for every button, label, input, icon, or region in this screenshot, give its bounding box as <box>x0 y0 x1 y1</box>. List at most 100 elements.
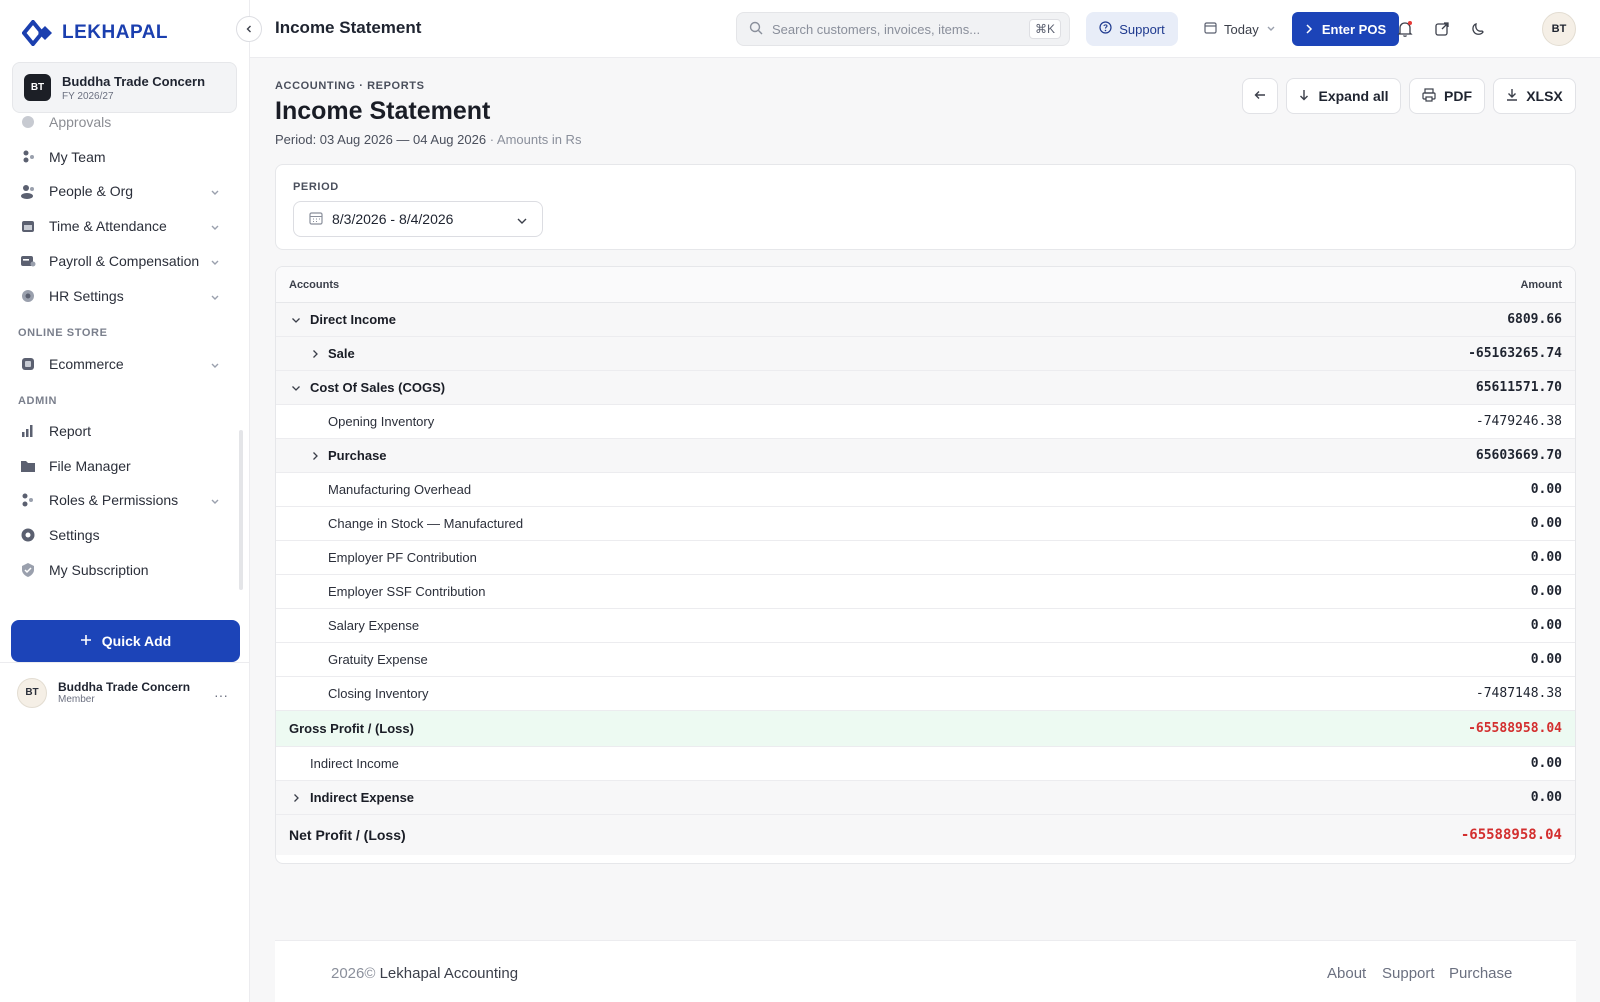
table-row: Indirect Income 0.00 <box>276 747 1575 781</box>
sidebar-item-label: Roles & Permissions <box>49 492 179 508</box>
footer-link-purchase[interactable]: Purchase <box>1449 965 1512 982</box>
sidebar-item-my-subscription[interactable]: My Subscription <box>20 555 220 585</box>
sidebar-item-label: HR Settings <box>49 288 124 304</box>
chevron-down-icon[interactable] <box>290 303 302 336</box>
account-amount: 0.00 <box>1530 516 1562 531</box>
footer-link-about[interactable]: About <box>1327 965 1366 982</box>
more-horizontal-icon[interactable]: ··· <box>214 687 228 703</box>
column-header-amount: Amount <box>1520 279 1562 291</box>
sidebar-item-label: Time & Attendance <box>49 218 167 234</box>
brand-logo[interactable]: LEKHAPAL <box>21 18 168 48</box>
pdf-label: PDF <box>1444 88 1472 104</box>
roles-icon <box>20 492 36 508</box>
support-button[interactable]: Support <box>1086 12 1178 46</box>
account-label: Direct Income <box>310 312 396 327</box>
table-row[interactable]: Purchase 65603669.70 <box>276 439 1575 473</box>
sidebar-nav: Approvals My Team People & Org Time & At… <box>0 115 240 605</box>
sidebar-item-people-org[interactable]: People & Org <box>20 176 220 206</box>
sidebar-item-file-manager[interactable]: File Manager <box>20 451 220 481</box>
search-placeholder: Search customers, invoices, items... <box>772 21 981 37</box>
printer-icon <box>1422 87 1436 105</box>
logo-mark-icon <box>21 18 58 48</box>
account-amount: -7479246.38 <box>1475 414 1562 429</box>
footer-link-support[interactable]: Support <box>1382 965 1435 982</box>
sidebar-scrollbar[interactable] <box>239 430 243 590</box>
xlsx-export-button[interactable]: XLSX <box>1493 78 1576 114</box>
sidebar-item-approvals[interactable]: Approvals <box>20 115 220 137</box>
chevron-right-icon[interactable] <box>309 439 321 472</box>
footer-brand: Lekhapal Accounting <box>379 965 519 982</box>
chevron-down-icon <box>210 290 220 306</box>
table-row[interactable]: Indirect Expense 0.00 <box>276 781 1575 815</box>
account-label: Employer SSF Contribution <box>328 584 486 599</box>
chevron-down-icon[interactable] <box>290 371 302 404</box>
topbar-title: Income Statement <box>275 18 422 37</box>
sidebar-item-my-team[interactable]: My Team <box>20 142 220 172</box>
search-input[interactable]: Search customers, invoices, items... ⌘K <box>736 12 1070 46</box>
download-icon <box>1506 88 1518 104</box>
date-range-picker[interactable]: 8/3/2026 - 8/4/2026 <box>293 201 543 237</box>
pdf-export-button[interactable]: PDF <box>1409 78 1485 114</box>
sidebar-item-settings[interactable]: Settings <box>20 520 220 550</box>
table-header: Accounts Amount <box>276 267 1575 303</box>
sidebar-item-ecommerce[interactable]: Ecommerce <box>20 349 220 379</box>
enter-pos-button[interactable]: Enter POS <box>1292 12 1399 46</box>
support-label: Support <box>1119 21 1165 37</box>
date-range-value: 8/3/2026 - 8/4/2026 <box>332 211 454 227</box>
expand-all-button[interactable]: Expand all <box>1286 78 1401 114</box>
account-label: Employer PF Contribution <box>328 550 477 565</box>
topbar: Income Statement Search customers, invoi… <box>250 0 1600 58</box>
table-row: Manufacturing Overhead 0.00 <box>276 473 1575 507</box>
account-amount: 0.00 <box>1530 790 1562 805</box>
folder-icon <box>20 458 36 474</box>
back-button[interactable] <box>1242 78 1278 114</box>
breadcrumb: ACCOUNTING · REPORTS <box>275 80 425 92</box>
sidebar-item-report[interactable]: Report <box>20 416 220 446</box>
table-row[interactable]: Sale -65163265.74 <box>276 337 1575 371</box>
user-menu[interactable]: BT Buddha Trade Concern Member ··· <box>0 662 250 722</box>
column-header-accounts: Accounts <box>289 279 340 291</box>
org-switcher[interactable]: BT Buddha Trade Concern FY 2026/27 <box>12 62 237 113</box>
bar-chart-icon <box>20 423 36 439</box>
enter-pos-label: Enter POS <box>1321 21 1387 37</box>
sidebar-item-label: People & Org <box>49 183 134 199</box>
table-row[interactable]: Cost Of Sales (COGS) 65611571.70 <box>276 371 1575 405</box>
sidebar-item-hr-settings[interactable]: HR Settings <box>20 281 220 311</box>
period-filter-card: PERIOD 8/3/2026 - 8/4/2026 <box>275 164 1576 250</box>
period-summary: Period: 03 Aug 2026 — 04 Aug 2026 · Amou… <box>275 132 581 147</box>
user-name: Buddha Trade Concern <box>58 680 191 694</box>
chevron-down-icon <box>210 255 220 271</box>
date-filter-dropdown[interactable]: Today <box>1204 12 1276 46</box>
xlsx-label: XLSX <box>1526 88 1563 104</box>
account-amount: 0.00 <box>1530 584 1562 599</box>
account-amount: 0.00 <box>1530 482 1562 497</box>
store-icon <box>20 356 36 372</box>
dark-mode-moon-icon[interactable] <box>1468 19 1488 39</box>
search-shortcut: ⌘K <box>1028 19 1061 39</box>
footer-copyright: 2026© Lekhapal Accounting <box>331 965 518 982</box>
chevron-right-icon <box>1305 22 1313 37</box>
external-link-icon[interactable] <box>1432 19 1452 39</box>
account-label: Opening Inventory <box>328 414 435 429</box>
sidebar-item-roles-permissions[interactable]: Roles & Permissions <box>20 485 220 515</box>
page-title: Income Statement <box>275 97 491 125</box>
sidebar: LEKHAPAL BT Buddha Trade Concern FY 2026… <box>0 0 250 1002</box>
account-label: Closing Inventory <box>328 686 429 701</box>
collapse-sidebar-button[interactable] <box>236 16 262 42</box>
chevron-right-icon[interactable] <box>309 337 321 370</box>
quick-add-button[interactable]: Quick Add <box>11 620 240 662</box>
notifications-bell-icon[interactable] <box>1395 19 1415 39</box>
sidebar-item-time-attendance[interactable]: Time & Attendance <box>20 211 220 241</box>
table-row[interactable]: Direct Income 6809.66 <box>276 303 1575 337</box>
calendar-icon <box>1204 21 1217 37</box>
chevron-left-icon <box>244 21 254 37</box>
expand-all-label: Expand all <box>1318 88 1389 104</box>
account-amount: 0.00 <box>1530 550 1562 565</box>
chevron-down-icon <box>210 494 220 510</box>
amounts-note: · Amounts in Rs <box>489 132 582 147</box>
sidebar-item-payroll[interactable]: Payroll & Compensation <box>20 246 220 276</box>
chevron-right-icon[interactable] <box>290 781 302 814</box>
account-label: Indirect Expense <box>310 790 415 805</box>
help-circle-icon <box>1099 21 1112 37</box>
avatar[interactable]: BT <box>1542 12 1576 46</box>
